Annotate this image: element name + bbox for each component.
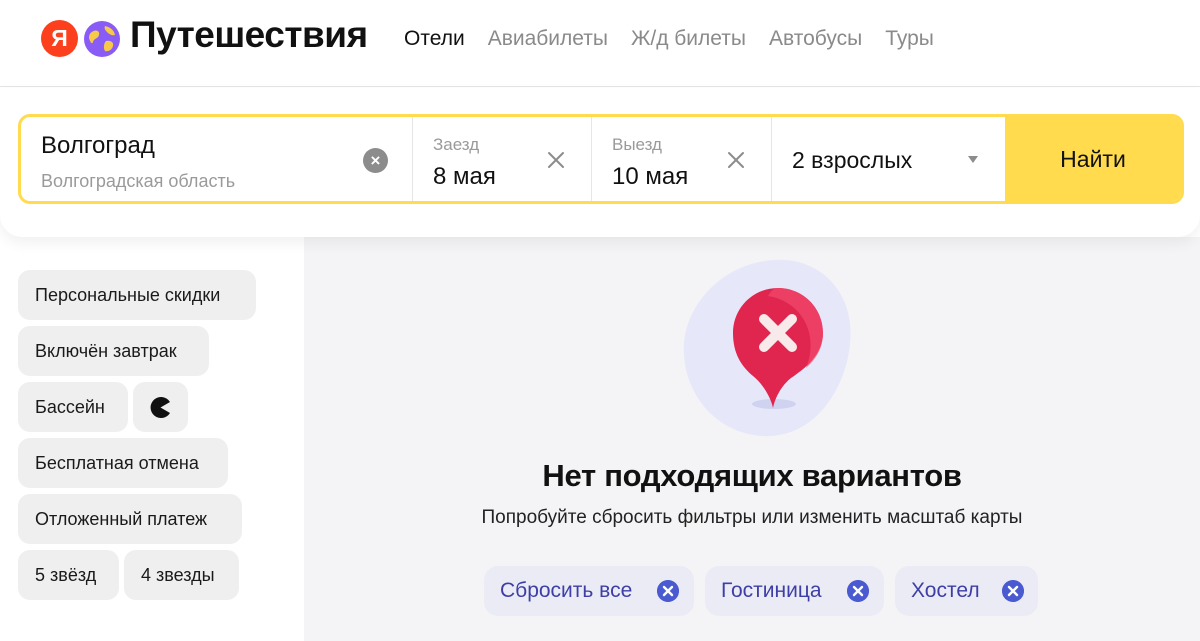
search-button[interactable]: Найти <box>1005 117 1181 201</box>
search-bar: Волгоград Волгоградская область × Заезд … <box>18 114 1184 204</box>
nav-buses[interactable]: Автобусы <box>769 27 862 51</box>
destination-region: Волгоградская область <box>41 171 236 191</box>
nav-tours[interactable]: Туры <box>885 27 934 51</box>
no-results-pin-icon <box>683 259 851 437</box>
filter-free-cancel[interactable]: Бесплатная отмена <box>18 438 228 488</box>
checkin-value[interactable]: 8 мая <box>433 163 496 191</box>
checkout-value[interactable]: 10 мая <box>612 163 688 191</box>
remove-filter-hostel[interactable]: Хостел <box>895 566 1038 616</box>
filter-5-stars[interactable]: 5 звёзд <box>18 550 119 600</box>
main-nav: Отели Авиабилеты Ж/д билеты Автобусы Тур… <box>404 27 957 51</box>
filter-hostel-label: Хостел <box>911 579 980 602</box>
destination-field[interactable]: Волгоград Волгоградская область × <box>21 117 413 201</box>
checkin-label: Заезд <box>433 135 480 154</box>
clear-checkin-icon[interactable] <box>545 149 567 171</box>
filter-hotel-label: Гостиница <box>721 579 822 602</box>
filter-pool[interactable]: Бассейн <box>18 382 128 432</box>
reset-all-label: Сбросить все <box>500 579 633 602</box>
reset-all-button[interactable]: Сбросить все <box>484 566 694 616</box>
empty-state-title: Нет подходящих вариантов <box>542 458 962 493</box>
guests-value[interactable]: 2 взрослых <box>792 147 912 174</box>
nav-trains[interactable]: Ж/д билеты <box>631 27 746 51</box>
empty-state-subtitle: Попробуйте сбросить фильтры или изменить… <box>481 507 1023 528</box>
yandex-logo-icon[interactable]: Я <box>41 20 78 57</box>
globe-logo-icon[interactable] <box>83 20 121 58</box>
pacman-icon <box>150 397 170 418</box>
checkin-field[interactable]: Заезд 8 мая <box>413 117 592 201</box>
checkout-label: Выезд <box>612 135 662 154</box>
destination-city[interactable]: Волгоград <box>41 132 155 160</box>
filter-personal-discounts[interactable]: Персональные скидки <box>18 270 256 320</box>
checkout-field[interactable]: Выезд 10 мая <box>592 117 772 201</box>
close-icon[interactable] <box>657 580 679 602</box>
chevron-down-icon[interactable] <box>967 155 979 164</box>
filter-icon-chip[interactable] <box>133 382 188 432</box>
filter-breakfast[interactable]: Включён завтрак <box>18 326 209 376</box>
close-icon[interactable] <box>1002 580 1024 602</box>
nav-flights[interactable]: Авиабилеты <box>488 27 608 51</box>
close-icon[interactable] <box>847 580 869 602</box>
filter-deferred-payment[interactable]: Отложенный платеж <box>18 494 242 544</box>
header: Я Путешествия Отели Авиабилеты Ж/д билет… <box>0 0 1200 87</box>
clear-checkout-icon[interactable] <box>725 149 747 171</box>
clear-destination-icon[interactable]: × <box>363 148 388 173</box>
nav-hotels[interactable]: Отели <box>404 27 465 51</box>
remove-filter-hotel[interactable]: Гостиница <box>705 566 884 616</box>
brand-title[interactable]: Путешествия <box>130 14 368 56</box>
filter-4-stars[interactable]: 4 звезды <box>124 550 239 600</box>
guests-select[interactable]: 2 взрослых <box>772 117 1005 201</box>
